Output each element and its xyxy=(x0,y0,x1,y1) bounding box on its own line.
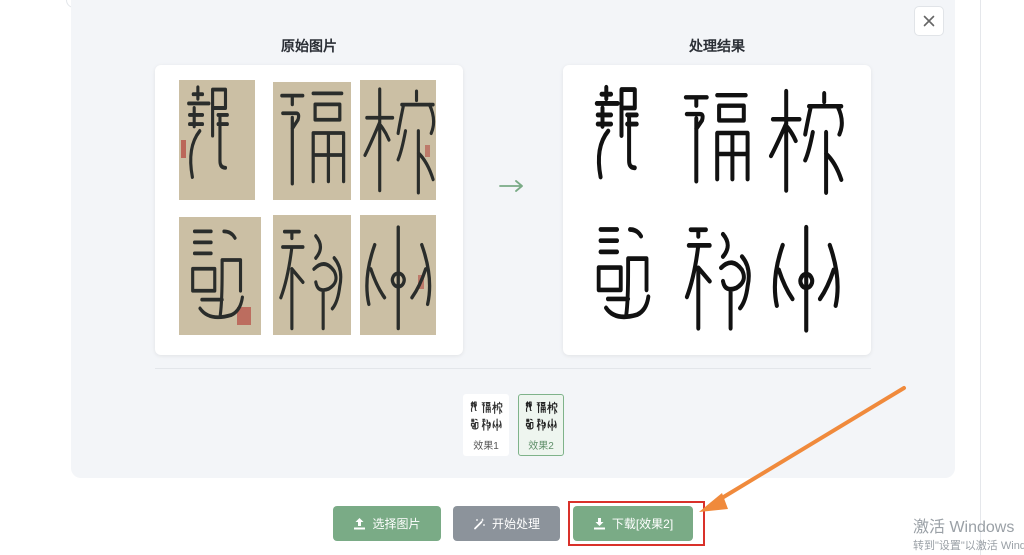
download-icon xyxy=(593,518,605,530)
result-title: 处理结果 xyxy=(689,38,745,54)
thumbnail-label: 效果2 xyxy=(528,441,554,452)
thumbnail-preview xyxy=(470,401,503,432)
thumbnail-effect-2[interactable]: 效果2 xyxy=(518,394,564,456)
thumbnail-effect-1[interactable]: 效果1 xyxy=(463,394,509,456)
start-processing-button[interactable]: 开始处理 xyxy=(453,506,560,541)
close-button[interactable] xyxy=(914,6,944,36)
thumbnail-preview xyxy=(525,401,558,432)
result-calligraphy-image xyxy=(563,65,871,355)
upload-icon xyxy=(354,518,366,530)
original-image-card xyxy=(155,65,463,355)
select-image-button[interactable]: 选择图片 xyxy=(333,506,441,541)
divider xyxy=(155,368,871,369)
close-icon xyxy=(923,15,935,27)
result-image-card xyxy=(563,65,871,355)
start-processing-label: 开始处理 xyxy=(491,517,540,531)
right-gutter xyxy=(980,0,981,555)
thumbnail-label: 效果1 xyxy=(473,441,499,452)
original-title: 原始图片 xyxy=(281,38,337,54)
download-label: 下载[效果2] xyxy=(611,517,674,531)
magic-wand-icon xyxy=(474,518,485,530)
select-image-label: 选择图片 xyxy=(372,517,421,531)
download-button[interactable]: 下载[效果2] xyxy=(573,506,693,541)
original-calligraphy-image xyxy=(179,80,436,335)
arrow-right-icon xyxy=(499,180,523,192)
